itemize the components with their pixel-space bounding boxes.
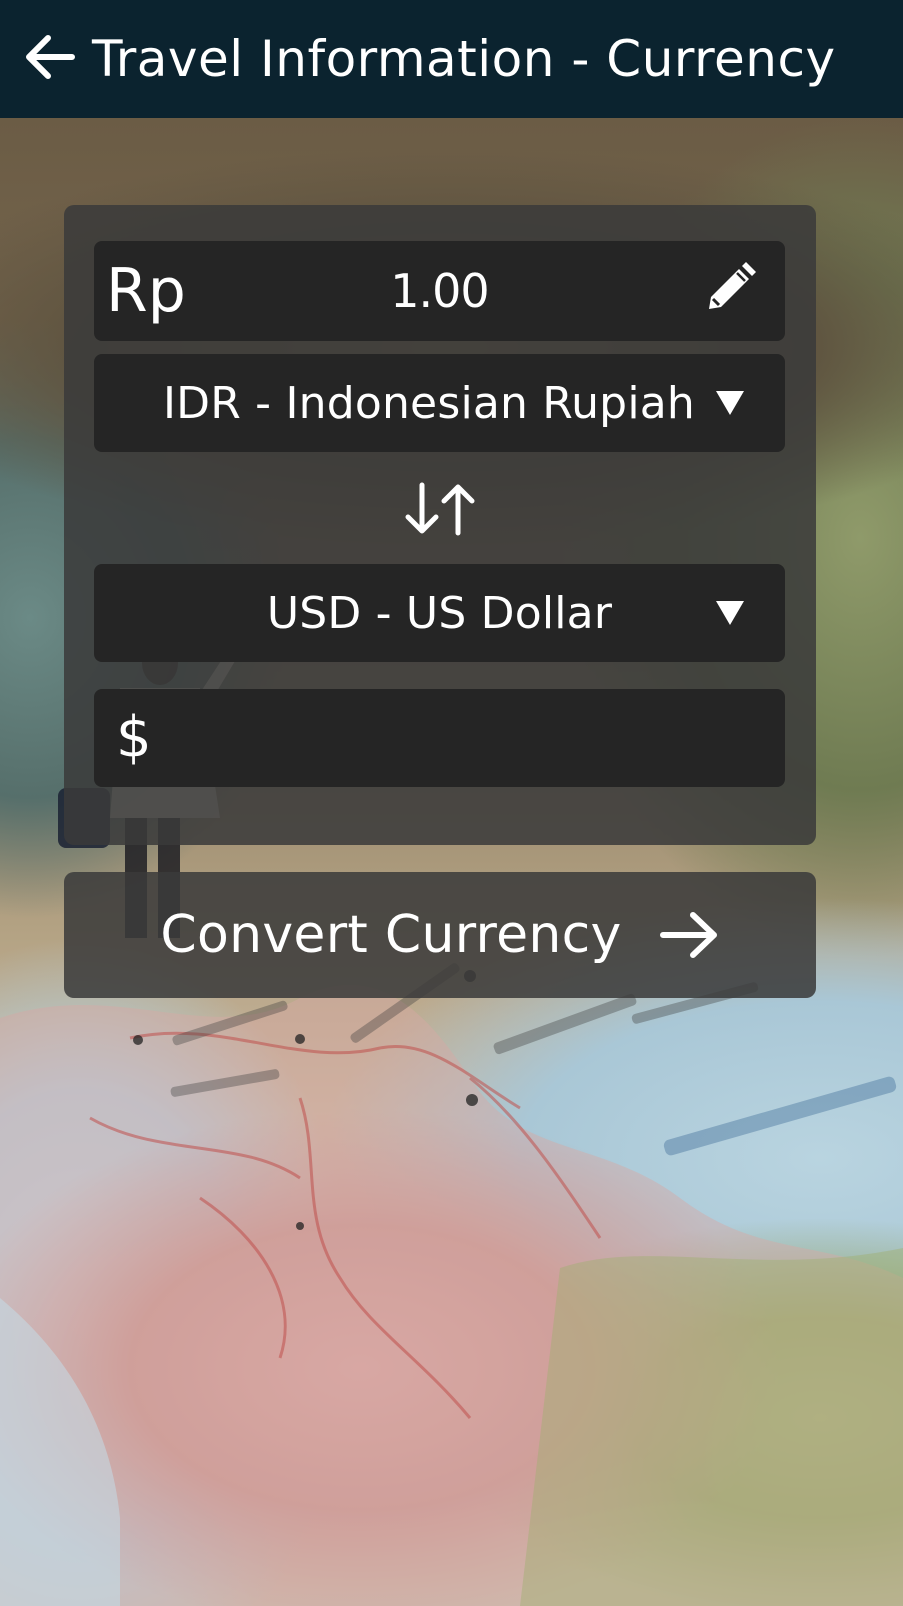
converter-panel: Rp 1.00 IDR - Indonesian Rupiah USD - US… [64,205,816,845]
triangle-down-icon [713,596,747,630]
from-currency-label: IDR - Indonesian Rupiah [162,377,695,429]
triangle-down-icon [713,386,747,420]
app-bar: Travel Information - Currency [0,0,903,118]
from-currency-symbol: Rp [106,256,186,326]
page-title: Travel Information - Currency [92,30,836,88]
arrow-left-icon [24,34,76,84]
convert-button-label: Convert Currency [160,905,622,965]
arrow-right-icon [658,904,720,966]
from-currency-select[interactable]: IDR - Indonesian Rupiah [94,354,785,452]
back-button[interactable] [18,27,82,91]
swap-arrows-icon [402,481,478,541]
to-currency-select[interactable]: USD - US Dollar [94,564,785,662]
from-amount-value[interactable]: 1.00 [94,264,785,318]
swap-currencies-button[interactable] [396,473,484,549]
edit-amount-button[interactable] [697,259,761,323]
to-currency-label: USD - US Dollar [266,587,613,639]
from-amount-field[interactable]: Rp 1.00 [94,241,785,341]
to-amount-field: $ [94,689,785,787]
convert-currency-button[interactable]: Convert Currency [64,872,816,998]
to-currency-symbol: $ [116,705,152,770]
pencil-icon [699,259,759,323]
